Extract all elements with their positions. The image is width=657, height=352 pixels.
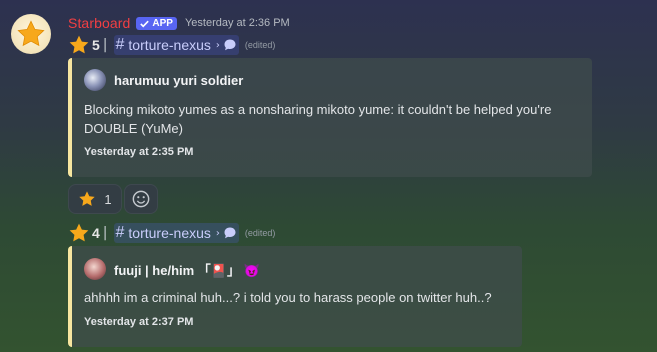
star-icon: [69, 223, 89, 242]
channel-name: torture-nexus: [128, 37, 211, 53]
author-name[interactable]: fuuji | he/him 「🎴」 😈: [114, 260, 260, 279]
author-avatar[interactable]: [84, 258, 106, 280]
embed-author[interactable]: harumuu yuri soldier: [84, 69, 243, 91]
star-line: 4 | # torture-nexus › (edited): [68, 222, 275, 244]
embed-footer: Yesterday at 2:37 PM: [84, 316, 194, 328]
username[interactable]: Starboard: [68, 15, 130, 31]
embed-description: Blocking mikoto yumes as a nonsharing mi…: [84, 102, 552, 136]
channel-name: torture-nexus: [128, 225, 211, 241]
channel-hash-icon: #: [115, 224, 125, 241]
channel-hash-icon: #: [115, 36, 125, 53]
separator: |: [102, 225, 108, 241]
star-icon: [17, 20, 45, 47]
embed-footer: Yesterday at 2:35 PM: [84, 146, 194, 158]
chat-bubble-icon: [224, 227, 236, 239]
add-reaction-button[interactable]: [124, 184, 158, 214]
embed-author[interactable]: fuuji | he/him 「🎴」 😈: [84, 258, 260, 280]
author-name[interactable]: harumuu yuri soldier: [114, 73, 243, 88]
star-count: 5: [92, 37, 100, 53]
author-avatar[interactable]: [84, 69, 106, 91]
chevron-right-icon: ›: [215, 227, 220, 239]
star-icon: [69, 35, 89, 54]
bot-avatar[interactable]: [11, 14, 51, 54]
channel-link[interactable]: # torture-nexus ›: [113, 223, 239, 243]
channel-link[interactable]: # torture-nexus ›: [113, 35, 239, 55]
app-badge-label: APP: [152, 17, 173, 29]
star-line: 5 | # torture-nexus › (edited): [68, 34, 275, 56]
add-reaction-icon: [132, 190, 150, 208]
app-badge: APP: [136, 16, 177, 30]
chevron-right-icon: ›: [215, 39, 220, 51]
separator: |: [102, 37, 108, 53]
star-reaction[interactable]: 1: [68, 184, 122, 214]
edited-label: (edited): [244, 228, 276, 238]
message-timestamp[interactable]: Yesterday at 2:36 PM: [185, 17, 290, 29]
edited-label: (edited): [244, 40, 276, 50]
star-icon: [79, 191, 96, 206]
reaction-count: 1: [104, 191, 112, 207]
message-embed: fuuji | he/him 「🎴」 😈 ahhhh im a criminal…: [68, 246, 522, 347]
star-count: 4: [92, 225, 100, 241]
message-embed: harumuu yuri soldier Blocking mikoto yum…: [68, 58, 592, 177]
chat-bubble-icon: [224, 39, 236, 51]
message-header: Starboard APP Yesterday at 2:36 PM: [68, 14, 290, 32]
checkmark-icon: [140, 20, 150, 28]
embed-description: ahhhh im a criminal huh...? i told you t…: [84, 290, 492, 305]
